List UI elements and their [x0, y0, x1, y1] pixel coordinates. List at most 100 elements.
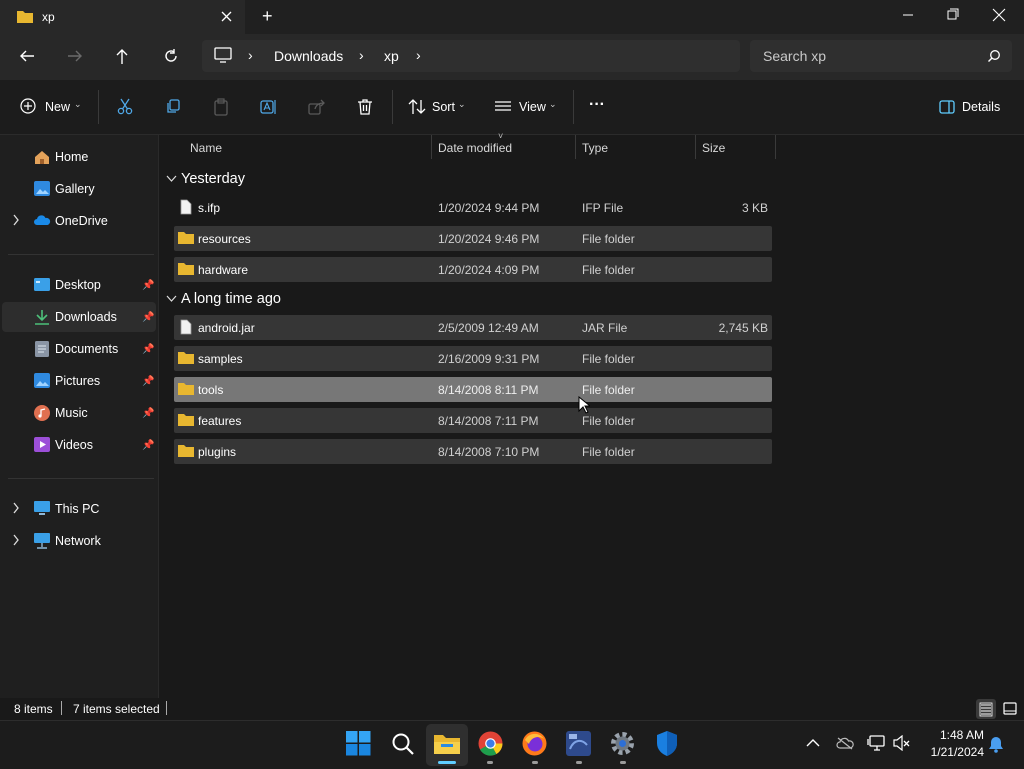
chrome-icon[interactable] [478, 731, 503, 756]
folder-icon [17, 11, 33, 23]
details-pane-icon[interactable] [939, 100, 955, 114]
chevron-down-icon[interactable]: ⌄ [458, 99, 466, 110]
pin-icon[interactable]: 📌 [142, 376, 154, 387]
details-button[interactable]: Details [962, 100, 1000, 114]
new-button[interactable]: New [45, 100, 70, 114]
file-name: s.ifp [198, 201, 221, 215]
this-pc-icon [34, 501, 50, 515]
sidebar-label-home: Home [55, 150, 89, 164]
copy-icon[interactable] [165, 99, 181, 115]
file-icon [180, 199, 192, 215]
folder-icon [178, 445, 194, 457]
toolbar-divider [573, 90, 574, 124]
rename-icon[interactable] [260, 98, 278, 116]
sort-button[interactable]: Sort [432, 100, 455, 114]
running-indicator [487, 761, 493, 764]
windows-start-icon[interactable] [346, 731, 371, 756]
breadcrumb-xp[interactable]: xp [384, 48, 399, 64]
pin-icon[interactable]: 📌 [142, 344, 154, 355]
file-type: File folder [582, 352, 635, 366]
clock-time[interactable]: 1:48 AM [922, 728, 984, 742]
search-input[interactable]: Search xp [763, 48, 826, 64]
sort-icon[interactable] [408, 99, 426, 115]
forward-arrow-icon[interactable] [66, 48, 84, 64]
status-divider [166, 701, 167, 715]
column-header-type[interactable]: Type [582, 141, 608, 155]
file-name: android.jar [198, 321, 255, 335]
minimize-icon[interactable] [885, 0, 931, 32]
large-icons-view-icon[interactable] [1000, 699, 1020, 719]
this-pc-icon[interactable] [214, 47, 232, 63]
pin-icon[interactable]: 📌 [142, 408, 154, 419]
file-name: tools [198, 383, 224, 397]
column-divider[interactable] [575, 135, 576, 159]
file-type: IFP File [582, 201, 624, 215]
delete-icon[interactable] [357, 98, 373, 116]
column-header-date[interactable]: Date modified [438, 141, 512, 155]
view-button[interactable]: View [519, 100, 546, 114]
back-arrow-icon[interactable] [18, 48, 36, 64]
sidebar-label-music: Music [55, 406, 88, 420]
show-hidden-icons-chevron-icon[interactable] [806, 738, 820, 748]
collapse-chevron-icon[interactable] [166, 295, 177, 303]
breadcrumb-chevron-icon[interactable]: › [416, 47, 421, 63]
desktop-icon [34, 278, 50, 291]
volume-muted-icon[interactable] [893, 735, 911, 751]
clock-date[interactable]: 1/21/2024 [916, 745, 984, 759]
paste-icon [214, 98, 228, 116]
pin-icon[interactable]: 📌 [142, 440, 154, 451]
search-icon[interactable] [391, 732, 415, 756]
file-size: 2,745 KB [718, 321, 768, 335]
documents-icon [35, 341, 49, 357]
breadcrumb-chevron-icon[interactable]: › [359, 47, 364, 63]
sidebar-label-desktop: Desktop [55, 278, 101, 292]
status-divider [61, 701, 62, 715]
network-status-icon[interactable] [867, 735, 887, 751]
close-tab-icon[interactable] [220, 10, 233, 23]
group-header-long-ago[interactable]: A long time ago [181, 291, 281, 307]
breadcrumb-chevron-icon[interactable]: › [248, 47, 253, 63]
column-divider[interactable] [695, 135, 696, 159]
sidebar-label-this-pc: This PC [55, 502, 100, 516]
collapse-chevron-icon[interactable] [166, 175, 177, 183]
column-header-size[interactable]: Size [702, 141, 725, 155]
pin-icon[interactable]: 📌 [142, 280, 154, 291]
window-tab[interactable] [0, 0, 245, 34]
column-divider[interactable] [775, 135, 776, 159]
new-plus-icon[interactable] [20, 98, 36, 114]
column-header-name[interactable]: Name [190, 141, 222, 155]
search-icon[interactable] [987, 49, 1001, 63]
cut-icon[interactable] [117, 98, 133, 116]
file-date: 8/14/2008 7:10 PM [438, 445, 540, 459]
folder-icon [178, 263, 194, 275]
group-header-yesterday[interactable]: Yesterday [181, 171, 245, 187]
view-icon[interactable] [495, 101, 511, 113]
breadcrumb-downloads[interactable]: Downloads [274, 48, 343, 64]
selected-count: 7 items selected [73, 702, 160, 716]
expand-chevron-icon[interactable] [12, 502, 20, 514]
expand-chevron-icon[interactable] [12, 534, 20, 546]
sidebar-label-videos: Videos [55, 438, 93, 452]
restore-icon[interactable] [930, 0, 976, 32]
firefox-icon[interactable] [522, 731, 547, 756]
windows-security-shield-icon[interactable] [655, 730, 679, 757]
chevron-down-icon[interactable]: ⌄ [549, 99, 557, 110]
sidebar-label-gallery: Gallery [55, 182, 95, 196]
onedrive-cloud-icon [34, 215, 51, 225]
up-arrow-icon[interactable] [114, 47, 130, 65]
eclipse-ide-icon[interactable] [566, 731, 591, 756]
refresh-icon[interactable] [162, 47, 180, 65]
expand-chevron-icon[interactable] [12, 214, 20, 226]
close-window-icon[interactable] [976, 0, 1022, 32]
more-options-button[interactable]: ··· [589, 96, 605, 114]
settings-gear-icon[interactable] [610, 731, 635, 756]
chevron-down-icon[interactable]: ⌄ [74, 99, 82, 110]
onedrive-offline-icon[interactable] [836, 736, 854, 750]
notification-bell-icon[interactable] [988, 735, 1004, 753]
pin-icon[interactable]: 📌 [142, 312, 154, 323]
column-divider[interactable] [431, 135, 432, 159]
running-indicator [532, 761, 538, 764]
details-view-icon[interactable] [976, 699, 996, 719]
new-tab-button[interactable]: + [262, 6, 273, 27]
file-date: 8/14/2008 8:11 PM [438, 383, 539, 397]
